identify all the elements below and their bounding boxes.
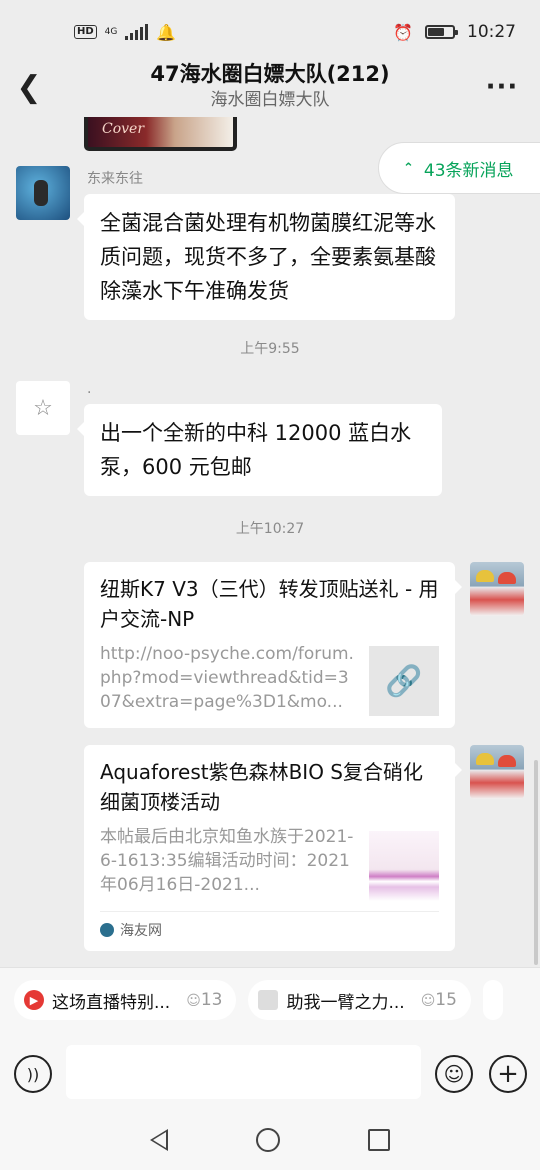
card-footer: 海友网: [100, 911, 439, 940]
partial-chip[interactable]: [482, 980, 503, 1020]
live-chip[interactable]: ▶ 这场直播特别... ☺13: [14, 980, 237, 1020]
back-button[interactable]: ❮: [14, 69, 44, 105]
message-bubble[interactable]: 全菌混合菌处理有机物菌膜红泥等水质问题，现货不多了，全要素氨基酸除藻水下午准确发…: [77, 194, 455, 320]
link-card[interactable]: 纽斯K7 V3（三代）转发顶贴送礼 - 用户交流-NP http://noo-p…: [84, 562, 462, 728]
plus-button[interactable]: +: [489, 1055, 527, 1093]
site-icon: [100, 923, 114, 937]
card-thumbnail: [369, 831, 439, 901]
chip-bar: ▶ 这场直播特别... ☺13 助我一臂之力... ☺15: [14, 980, 503, 1020]
live-icon: ▶: [24, 990, 44, 1010]
timestamp: 上午9:55: [240, 341, 300, 357]
title-wrap: 47海水圈白嫖大队(212) 海水圈白嫖大队: [80, 60, 460, 112]
link-icon: 🔗: [369, 646, 439, 716]
battery-icon: [425, 25, 458, 39]
message-bubble[interactable]: 出一个全新的中科 12000 蓝白水泵，600 元包邮: [77, 404, 442, 496]
person-icon: ☺: [420, 993, 436, 1009]
card-source: 海友网: [120, 923, 162, 939]
person-icon: ☺: [186, 993, 201, 1009]
link-card[interactable]: Aquaforest紫色森林BIO S复合硝化细菌顶楼活动 本帖最后由北京知鱼水…: [84, 745, 462, 951]
plus-icon: +: [497, 1059, 519, 1089]
nav-home-icon[interactable]: [256, 1128, 280, 1152]
nav-back-icon[interactable]: [150, 1129, 168, 1151]
help-chip[interactable]: 助我一臂之力... ☺15: [248, 980, 471, 1020]
avatar[interactable]: [470, 745, 524, 799]
chip-count-value: 13: [200, 990, 223, 1010]
card-title: 纽斯K7 V3（三代）转发顶贴送礼 - 用户交流-NP: [100, 577, 439, 631]
card-title: Aquaforest紫色森林BIO S复合硝化细菌顶楼活动: [100, 760, 423, 814]
user-icon: [258, 990, 279, 1010]
message-input[interactable]: [66, 1045, 421, 1099]
figure-icon: ☆: [33, 395, 53, 421]
more-icon: ···: [485, 72, 519, 102]
voice-icon: )): [26, 1064, 40, 1084]
back-arrow-icon: ❮: [16, 69, 42, 105]
sender-name: 东来东往: [87, 171, 143, 187]
image-message[interactable]: Cover: [84, 117, 237, 151]
new-messages-label: 43条新消息: [423, 160, 514, 181]
network-indicator: 4G: [104, 26, 118, 37]
scrollbar[interactable]: [534, 760, 538, 965]
sender-name: .: [87, 381, 92, 397]
hd-indicator: HD: [74, 25, 97, 39]
voice-button[interactable]: )): [14, 1055, 52, 1093]
notification-icon: 🔔: [156, 22, 177, 42]
new-messages-button[interactable]: ⌃ 43条新消息: [378, 142, 540, 194]
smile-icon: ☺: [443, 1062, 465, 1086]
more-button[interactable]: ···: [484, 72, 520, 102]
nav-recent-icon[interactable]: [368, 1129, 390, 1151]
card-body: http://noo-psyche.com/forum.php?mod=view…: [100, 642, 439, 716]
chip-label: 助我一臂之力...: [286, 992, 405, 1013]
status-time: 10:27: [467, 22, 516, 42]
avatar[interactable]: [470, 562, 524, 616]
chat-subtitle: 海水圈白嫖大队: [210, 90, 330, 110]
card-description: 本帖最后由北京知鱼水族于2021-6-1613:35编辑活动时间：2021年06…: [100, 827, 354, 895]
timestamp: 上午10:27: [235, 521, 305, 537]
chat-title: 47海水圈白嫖大队(212): [150, 62, 390, 86]
system-nav-bar: [0, 1110, 540, 1170]
avatar[interactable]: ☆: [16, 381, 70, 435]
card-body: 本帖最后由北京知鱼水族于2021-6-1613:35编辑活动时间：2021年06…: [100, 825, 439, 901]
status-bar: HD 4G 🔔 ⏰ 10:27: [0, 0, 540, 64]
avatar[interactable]: [16, 166, 70, 220]
chip-count: ☺15: [421, 990, 457, 1010]
title-bar: ❮ 47海水圈白嫖大队(212) 海水圈白嫖大队 ···: [0, 60, 540, 116]
chip-count: ☺13: [186, 990, 222, 1010]
signal-icon: [125, 24, 149, 40]
double-chevron-up-icon: ⌃: [403, 160, 414, 176]
image-text: Cover: [102, 121, 145, 137]
emoji-button[interactable]: ☺: [435, 1055, 473, 1093]
status-right: ⏰ 10:27: [393, 22, 516, 42]
status-left: HD 4G 🔔: [74, 23, 176, 42]
card-description: http://noo-psyche.com/forum.php?mod=view…: [100, 644, 354, 712]
chip-count-value: 15: [435, 990, 457, 1010]
chip-label: 这场直播特别...: [52, 992, 171, 1013]
alarm-icon: ⏰: [393, 22, 413, 42]
